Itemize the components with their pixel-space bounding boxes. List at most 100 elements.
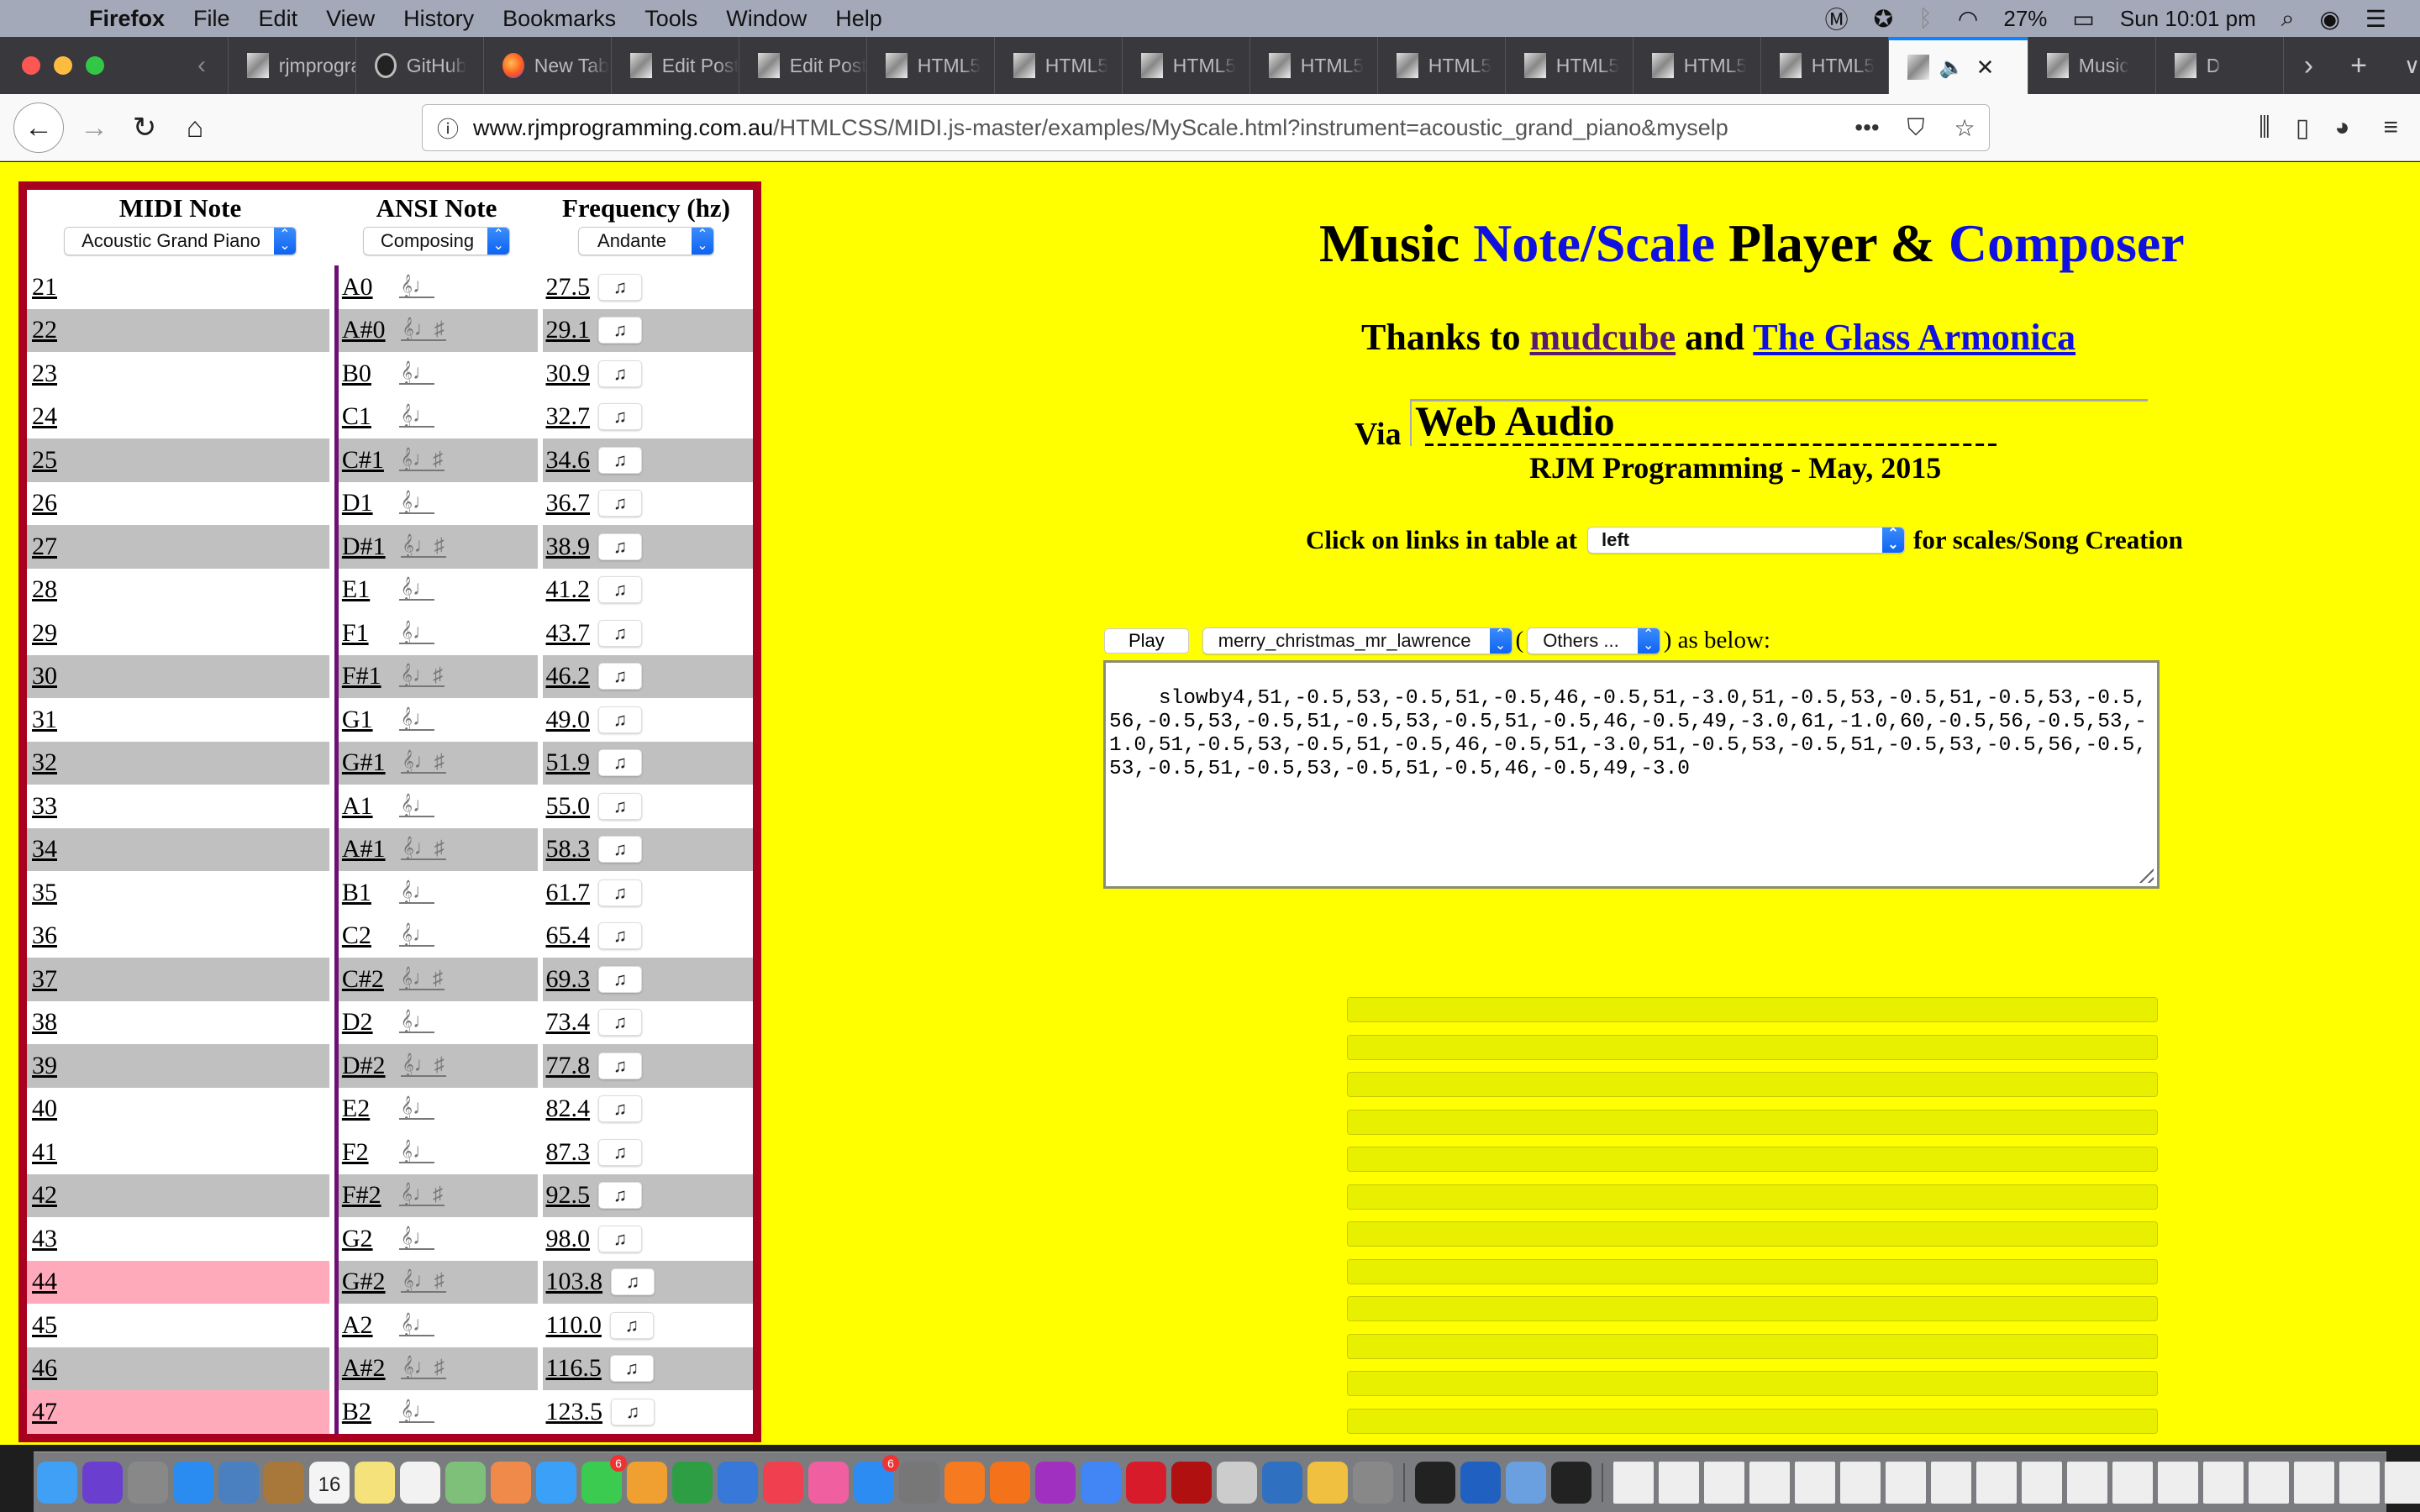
- ansi-note-link[interactable]: F2: [342, 1138, 384, 1167]
- ansi-note-link[interactable]: G2: [342, 1225, 384, 1253]
- tab[interactable]: GitHub: [355, 37, 483, 94]
- dock-script-editor-icon[interactable]: [1551, 1461, 1591, 1504]
- menu-app-name[interactable]: Firefox: [89, 6, 165, 32]
- dock-calendar-icon[interactable]: 16: [309, 1461, 350, 1504]
- dock-safari-icon[interactable]: [173, 1461, 213, 1504]
- ansi-note-link[interactable]: A#2: [342, 1354, 386, 1383]
- dock-sequel-pro-icon[interactable]: [1217, 1461, 1257, 1504]
- play-note-button[interactable]: ♫: [598, 1052, 643, 1079]
- treble-clef-note-icon[interactable]: 𝄞♩: [398, 276, 435, 298]
- dock-recent-document-icon[interactable]: [2385, 1461, 2420, 1504]
- dock-recent-document-icon[interactable]: [2249, 1461, 2289, 1504]
- treble-clef-note-icon[interactable]: 𝄞♩: [398, 363, 435, 385]
- frequency-link[interactable]: 77.8: [546, 1052, 591, 1080]
- forward-button[interactable]: →: [74, 108, 114, 148]
- midi-note-link[interactable]: 47: [32, 1398, 57, 1426]
- dock-app-store-icon[interactable]: 6: [854, 1454, 899, 1504]
- midi-note-link[interactable]: 32: [32, 748, 57, 777]
- dock-filezilla-icon[interactable]: [1171, 1461, 1212, 1504]
- play-note-button[interactable]: ♫: [598, 403, 643, 431]
- glass-armonica-link[interactable]: The Glass Armonica: [1753, 317, 2075, 358]
- tab[interactable]: HTML5: [865, 37, 994, 94]
- song-textarea[interactable]: slowby4,51,-0.5,53,-0.5,51,-0.5,46,-0.5,…: [1103, 660, 2160, 889]
- tab-active[interactable]: 🔈 ✕: [1887, 37, 2028, 94]
- midi-note-link[interactable]: 26: [32, 489, 57, 517]
- treble-clef-note-icon[interactable]: 𝄞♩: [398, 1011, 435, 1034]
- midi-note-link[interactable]: 33: [32, 792, 57, 821]
- new-tab-plus-icon[interactable]: +: [2350, 50, 2367, 82]
- menu-tools[interactable]: Tools: [644, 6, 697, 32]
- treble-clef-note-icon[interactable]: 𝄞♩: [398, 1401, 435, 1423]
- dock-contacts-icon[interactable]: [264, 1461, 304, 1504]
- frequency-link[interactable]: 32.7: [546, 402, 591, 431]
- ansi-note-link[interactable]: F#2: [342, 1181, 384, 1210]
- midi-note-link[interactable]: 37: [32, 965, 57, 994]
- open-menu-hamburger-icon[interactable]: ≡: [2383, 113, 2398, 142]
- play-button[interactable]: Play: [1104, 627, 1189, 654]
- frequency-link[interactable]: 34.6: [546, 446, 591, 475]
- tab[interactable]: rjmprogramming: [227, 37, 355, 94]
- dock-recent-document-icon[interactable]: [2339, 1461, 2380, 1504]
- play-note-button[interactable]: ♫: [598, 317, 643, 344]
- treble-clef-note-icon[interactable]: 𝄞♩♯: [398, 969, 445, 990]
- clock[interactable]: Sun 10:01 pm: [2120, 6, 2256, 32]
- play-note-button[interactable]: ♫: [598, 965, 643, 993]
- frequency-link[interactable]: 61.7: [546, 879, 591, 907]
- dock-launchpad-icon[interactable]: [128, 1461, 168, 1504]
- tab[interactable]: HTML5: [1249, 37, 1377, 94]
- dock-quicktime-player-icon[interactable]: [1460, 1461, 1501, 1504]
- play-note-button[interactable]: ♫: [598, 446, 643, 474]
- account-icon[interactable]: ◕: [2334, 113, 2349, 142]
- close-tab-icon[interactable]: ✕: [1976, 55, 1995, 81]
- dock-siri-icon[interactable]: [82, 1461, 123, 1504]
- url-bar[interactable]: ⓘ www.rjmprogramming.com.au/HTMLCSS/MIDI…: [422, 104, 1990, 151]
- dock-recent-document-icon[interactable]: [2022, 1461, 2062, 1504]
- frequency-link[interactable]: 29.1: [546, 316, 591, 344]
- treble-clef-note-icon[interactable]: 𝄞♩♯: [400, 536, 446, 558]
- play-note-button[interactable]: ♫: [598, 1138, 643, 1166]
- midi-note-link[interactable]: 21: [32, 273, 57, 302]
- play-note-button[interactable]: ♫: [598, 273, 643, 301]
- dock-recent-document-icon[interactable]: [1840, 1461, 1881, 1504]
- ansi-note-link[interactable]: G#2: [342, 1268, 386, 1296]
- zoom-window-button[interactable]: [86, 56, 104, 75]
- dock-maps-icon[interactable]: [445, 1461, 486, 1504]
- ansi-note-link[interactable]: B0: [342, 360, 384, 388]
- ansi-note-link[interactable]: D2: [342, 1008, 384, 1037]
- play-note-button[interactable]: ♫: [598, 879, 643, 906]
- menu-window[interactable]: Window: [726, 6, 807, 32]
- dock-itunes-icon[interactable]: [808, 1461, 849, 1504]
- site-info-icon[interactable]: ⓘ: [423, 113, 473, 144]
- frequency-link[interactable]: 65.4: [546, 921, 591, 950]
- home-button[interactable]: ⌂: [175, 108, 215, 148]
- frequency-link[interactable]: 49.0: [546, 706, 591, 734]
- ansi-note-link[interactable]: F#1: [342, 662, 384, 690]
- midi-note-link[interactable]: 43: [32, 1225, 57, 1253]
- play-note-button[interactable]: ♫: [611, 1398, 655, 1425]
- ansi-note-link[interactable]: C1: [342, 402, 384, 431]
- treble-clef-note-icon[interactable]: 𝄞♩: [398, 579, 435, 601]
- frequency-link[interactable]: 51.9: [546, 748, 591, 777]
- dock-recent-document-icon[interactable]: [1886, 1461, 1926, 1504]
- frequency-link[interactable]: 110.0: [546, 1311, 602, 1340]
- dock-recent-document-icon[interactable]: [1659, 1461, 1699, 1504]
- midi-note-link[interactable]: 35: [32, 879, 57, 907]
- frequency-link[interactable]: 41.2: [546, 575, 591, 604]
- tabs-scroll-right-icon[interactable]: ›: [2304, 50, 2313, 82]
- dock-chrome-icon[interactable]: [1081, 1461, 1121, 1504]
- treble-clef-note-icon[interactable]: 𝄞♩: [398, 1142, 435, 1163]
- treble-clef-note-icon[interactable]: 𝄞♩: [398, 1228, 435, 1250]
- dock-terminal-icon[interactable]: [1415, 1461, 1455, 1504]
- midi-note-link[interactable]: 31: [32, 706, 57, 734]
- frequency-link[interactable]: 69.3: [546, 965, 591, 994]
- ansi-note-link[interactable]: A1: [342, 792, 384, 821]
- dock-recent-document-icon[interactable]: [2067, 1461, 2107, 1504]
- tab[interactable]: HTML5: [1121, 37, 1249, 94]
- play-note-button[interactable]: ♫: [598, 1182, 643, 1210]
- reload-button[interactable]: ↻: [124, 108, 165, 148]
- midi-note-link[interactable]: 42: [32, 1181, 57, 1210]
- dock-avast-icon[interactable]: [944, 1461, 985, 1504]
- ansi-note-link[interactable]: A2: [342, 1311, 384, 1340]
- treble-clef-note-icon[interactable]: 𝄞♩♯: [400, 838, 446, 861]
- frequency-link[interactable]: 55.0: [546, 792, 591, 821]
